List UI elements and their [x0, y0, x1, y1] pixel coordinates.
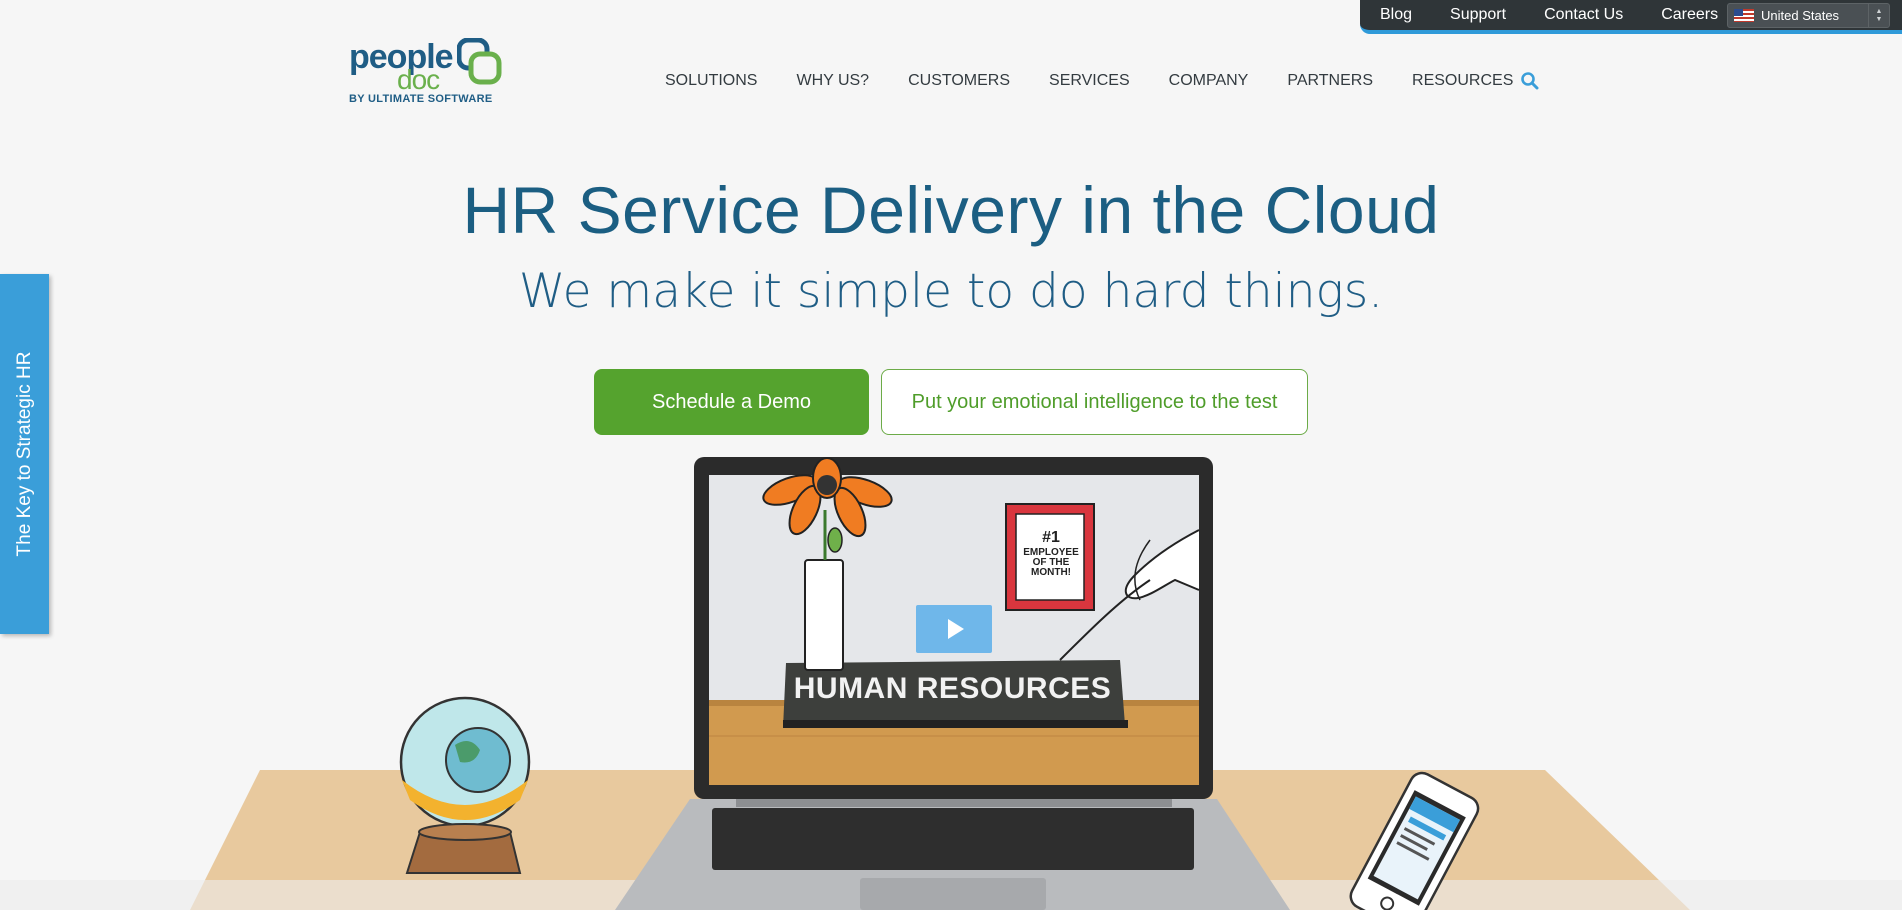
- select-arrows-icon: ▲ ▼: [1868, 4, 1889, 27]
- utility-nav: Blog Support Contact Us Careers United S…: [1360, 0, 1902, 34]
- country-select-value: United States: [1761, 8, 1840, 23]
- hero-subtitle: We make it simple to do hard things.: [518, 264, 1384, 319]
- nav-item-resources[interactable]: RESOURCES: [1412, 72, 1513, 90]
- logo-word-doc: doc: [397, 64, 440, 95]
- nav-item-customers[interactable]: CUSTOMERS: [908, 72, 1010, 90]
- snow-globe: [399, 696, 531, 828]
- laptop-trackpad: [860, 878, 1046, 910]
- video-frame-text: #1 EMPLOYEE OF THE MONTH!: [1018, 528, 1084, 578]
- logo-mark-icon: [457, 38, 502, 85]
- emotional-intelligence-test-button[interactable]: Put your emotional intelligence to the t…: [881, 369, 1308, 435]
- smartphone: [1349, 771, 1480, 910]
- nav-item-solutions[interactable]: SOLUTIONS: [665, 72, 757, 90]
- hero-illustration: [0, 457, 1902, 910]
- video-sign-text: HUMAN RESOURCES: [793, 672, 1112, 705]
- side-tab-label: The Key to Strategic HR: [13, 351, 35, 557]
- play-icon[interactable]: [916, 605, 992, 653]
- country-select[interactable]: United States ▲ ▼: [1727, 3, 1890, 28]
- schedule-demo-button[interactable]: Schedule a Demo: [594, 369, 869, 435]
- main-nav: SOLUTIONS WHY US? CUSTOMERS SERVICES COM…: [665, 72, 1552, 90]
- search-icon[interactable]: [1521, 72, 1539, 90]
- utility-link-blog[interactable]: Blog: [1380, 6, 1412, 24]
- desk-surface: [190, 770, 1690, 910]
- video-frame-number: #1: [1042, 529, 1060, 546]
- nav-item-why-us[interactable]: WHY US?: [796, 72, 869, 90]
- logo-byline: BY ULTIMATE SOFTWARE: [349, 93, 493, 105]
- side-tab-strategic-hr[interactable]: The Key to Strategic HR: [0, 274, 49, 634]
- utility-link-contact-us[interactable]: Contact Us: [1544, 6, 1623, 24]
- video-frame-caption: EMPLOYEE OF THE MONTH!: [1023, 547, 1079, 578]
- flag-icon: [1734, 9, 1754, 22]
- nav-item-company[interactable]: COMPANY: [1169, 72, 1249, 90]
- nav-item-services[interactable]: SERVICES: [1049, 72, 1130, 90]
- hero-title: HR Service Delivery in the Cloud: [462, 173, 1440, 247]
- utility-link-careers[interactable]: Careers: [1661, 6, 1718, 24]
- nav-item-partners[interactable]: PARTNERS: [1287, 72, 1373, 90]
- utility-link-support[interactable]: Support: [1450, 6, 1506, 24]
- logo[interactable]: people doc BY ULTIMATE SOFTWARE: [349, 38, 502, 108]
- laptop-keyboard-deck: [615, 799, 1290, 910]
